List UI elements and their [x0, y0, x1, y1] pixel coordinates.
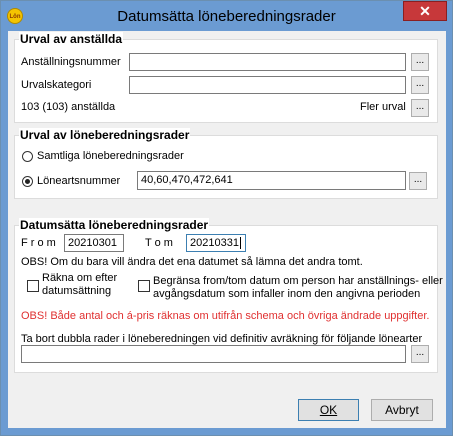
dubbla-rader-input[interactable] [21, 345, 406, 363]
close-icon: ✕ [419, 3, 431, 19]
window-title: Datumsätta löneberedningsrader [117, 8, 336, 25]
ok-button[interactable]: OK [298, 399, 359, 421]
employee-count: 103 (103) anställda [21, 101, 116, 113]
radio-loneartsnummer[interactable] [22, 176, 33, 187]
urvalskategori-browse-button[interactable]: ... [411, 76, 429, 94]
rakna-om-label-1[interactable]: Räkna om efter [42, 272, 117, 284]
avbryt-button[interactable]: Avbryt [371, 399, 433, 421]
title-bar[interactable]: Lön Datumsätta löneberedningsrader ✕ [1, 1, 452, 31]
urvalskategori-input[interactable] [129, 76, 406, 94]
tom-date-input[interactable]: 20210331 [186, 234, 246, 252]
loneartsnummer-input[interactable]: 40,60,470,472,641 [137, 171, 406, 190]
text-cursor [239, 237, 241, 250]
rakna-om-checkbox[interactable] [27, 280, 39, 292]
dialog-body: Urval av anställda Anställningsnummer ..… [8, 31, 446, 428]
anstallningsnummer-label: Anställningsnummer [21, 56, 121, 68]
rakna-om-label-2[interactable]: datumsättning [42, 285, 111, 297]
warning-text: OBS! Både antal och á-pris räknas om uti… [21, 310, 430, 322]
tom-date-value: 20210331 [190, 237, 239, 249]
begransa-label-2[interactable]: avgångsdatum som infaller inom den angiv… [153, 288, 420, 300]
group-title-urval-rader: Urval av löneberedningsrader [19, 128, 191, 142]
from-date-input[interactable]: 20210301 [64, 234, 124, 252]
group-title-datumsatta: Datumsätta löneberedningsrader [19, 218, 210, 232]
radio-samtliga[interactable] [22, 151, 33, 162]
fler-urval-button[interactable]: ... [411, 99, 429, 117]
radio-samtliga-label[interactable]: Samtliga löneberedningsrader [37, 150, 184, 162]
begransa-label-1[interactable]: Begränsa from/tom datum om person har an… [153, 275, 443, 287]
radio-loneartsnummer-label[interactable]: Löneartsnummer [37, 175, 120, 187]
anstallningsnummer-browse-button[interactable]: ... [411, 53, 429, 71]
tom-label: T o m [145, 237, 173, 249]
obs-date-hint: OBS! Om du bara vill ändra det ena datum… [21, 256, 363, 268]
dubbla-rader-browse-button[interactable]: ... [411, 345, 429, 363]
loneartsnummer-browse-button[interactable]: ... [409, 172, 427, 190]
anstallningsnummer-input[interactable] [129, 53, 406, 71]
dubbla-rader-label: Ta bort dubbla rader i löneberedningen v… [21, 333, 423, 345]
dialog-window: Lön Datumsätta löneberedningsrader ✕ Urv… [0, 0, 453, 436]
fler-urval-label: Fler urval [360, 101, 406, 113]
close-button[interactable]: ✕ [403, 1, 447, 21]
urvalskategori-label: Urvalskategori [21, 79, 92, 91]
group-title-urval-anstallda: Urval av anställda [19, 32, 124, 46]
from-label: F r o m [21, 237, 56, 249]
begransa-checkbox[interactable] [138, 280, 150, 292]
